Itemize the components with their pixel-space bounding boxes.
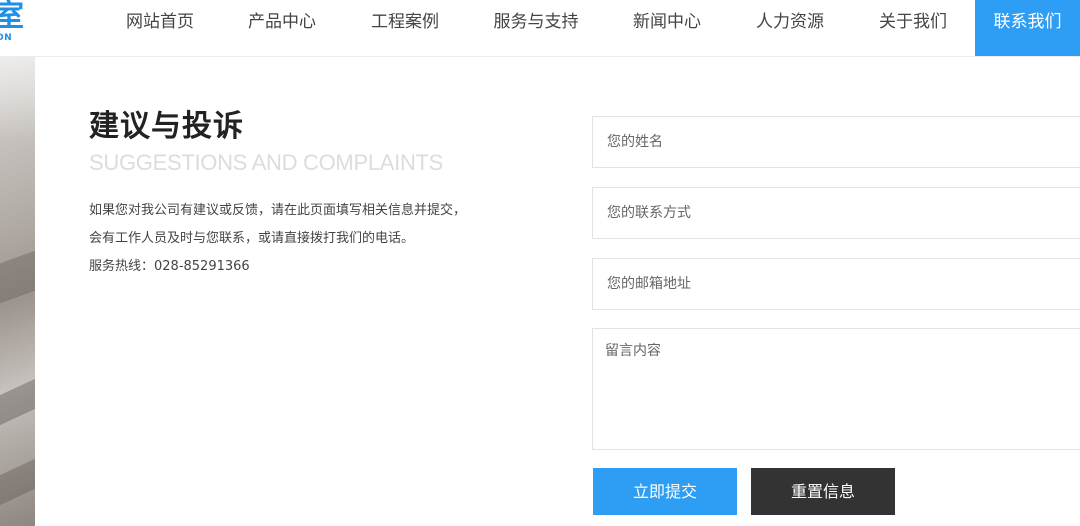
nav-item-service[interactable]: 服务与支持 xyxy=(480,0,592,56)
message-textarea[interactable]: 留言内容 xyxy=(592,328,1080,450)
contact-input[interactable]: 您的联系方式 xyxy=(592,187,1080,239)
submit-button[interactable]: 立即提交 xyxy=(593,468,737,515)
email-input[interactable]: 您的邮箱地址 xyxy=(592,258,1080,310)
name-input[interactable]: 您的姓名 xyxy=(592,116,1080,168)
reset-button[interactable]: 重置信息 xyxy=(751,468,895,515)
nav-item-hr[interactable]: 人力资源 xyxy=(742,0,838,56)
main-nav: 网站首页 产品中心 工程案例 服务与支持 新闻中心 人力资源 关于我们 联系我们 xyxy=(0,0,1080,56)
nav-item-news[interactable]: 新闻中心 xyxy=(619,0,715,56)
section-title: 建议与投诉 xyxy=(89,109,244,144)
description-line: 会有工作人员及时与您联系，或请直接拨打我们的电话。 xyxy=(89,231,415,246)
side-banner-image xyxy=(0,57,35,526)
section-subtitle: SUGGESTIONS AND COMPLAINTS xyxy=(89,150,444,175)
site-header: 室 ON 网站首页 产品中心 工程案例 服务与支持 新闻中心 人力资源 关于我们… xyxy=(0,0,1080,57)
nav-item-contact[interactable]: 联系我们 xyxy=(975,0,1080,56)
description-line: 如果您对我公司有建议或反馈，请在此页面填写相关信息并提交， xyxy=(89,203,467,218)
nav-item-cases[interactable]: 工程案例 xyxy=(357,0,453,56)
section-description: 如果您对我公司有建议或反馈，请在此页面填写相关信息并提交， 会有工作人员及时与您… xyxy=(89,197,466,281)
hotline-text: 服务热线：028-85291366 xyxy=(89,259,250,274)
nav-item-home[interactable]: 网站首页 xyxy=(112,0,208,56)
nav-item-products[interactable]: 产品中心 xyxy=(234,0,330,56)
nav-item-about[interactable]: 关于我们 xyxy=(865,0,961,56)
